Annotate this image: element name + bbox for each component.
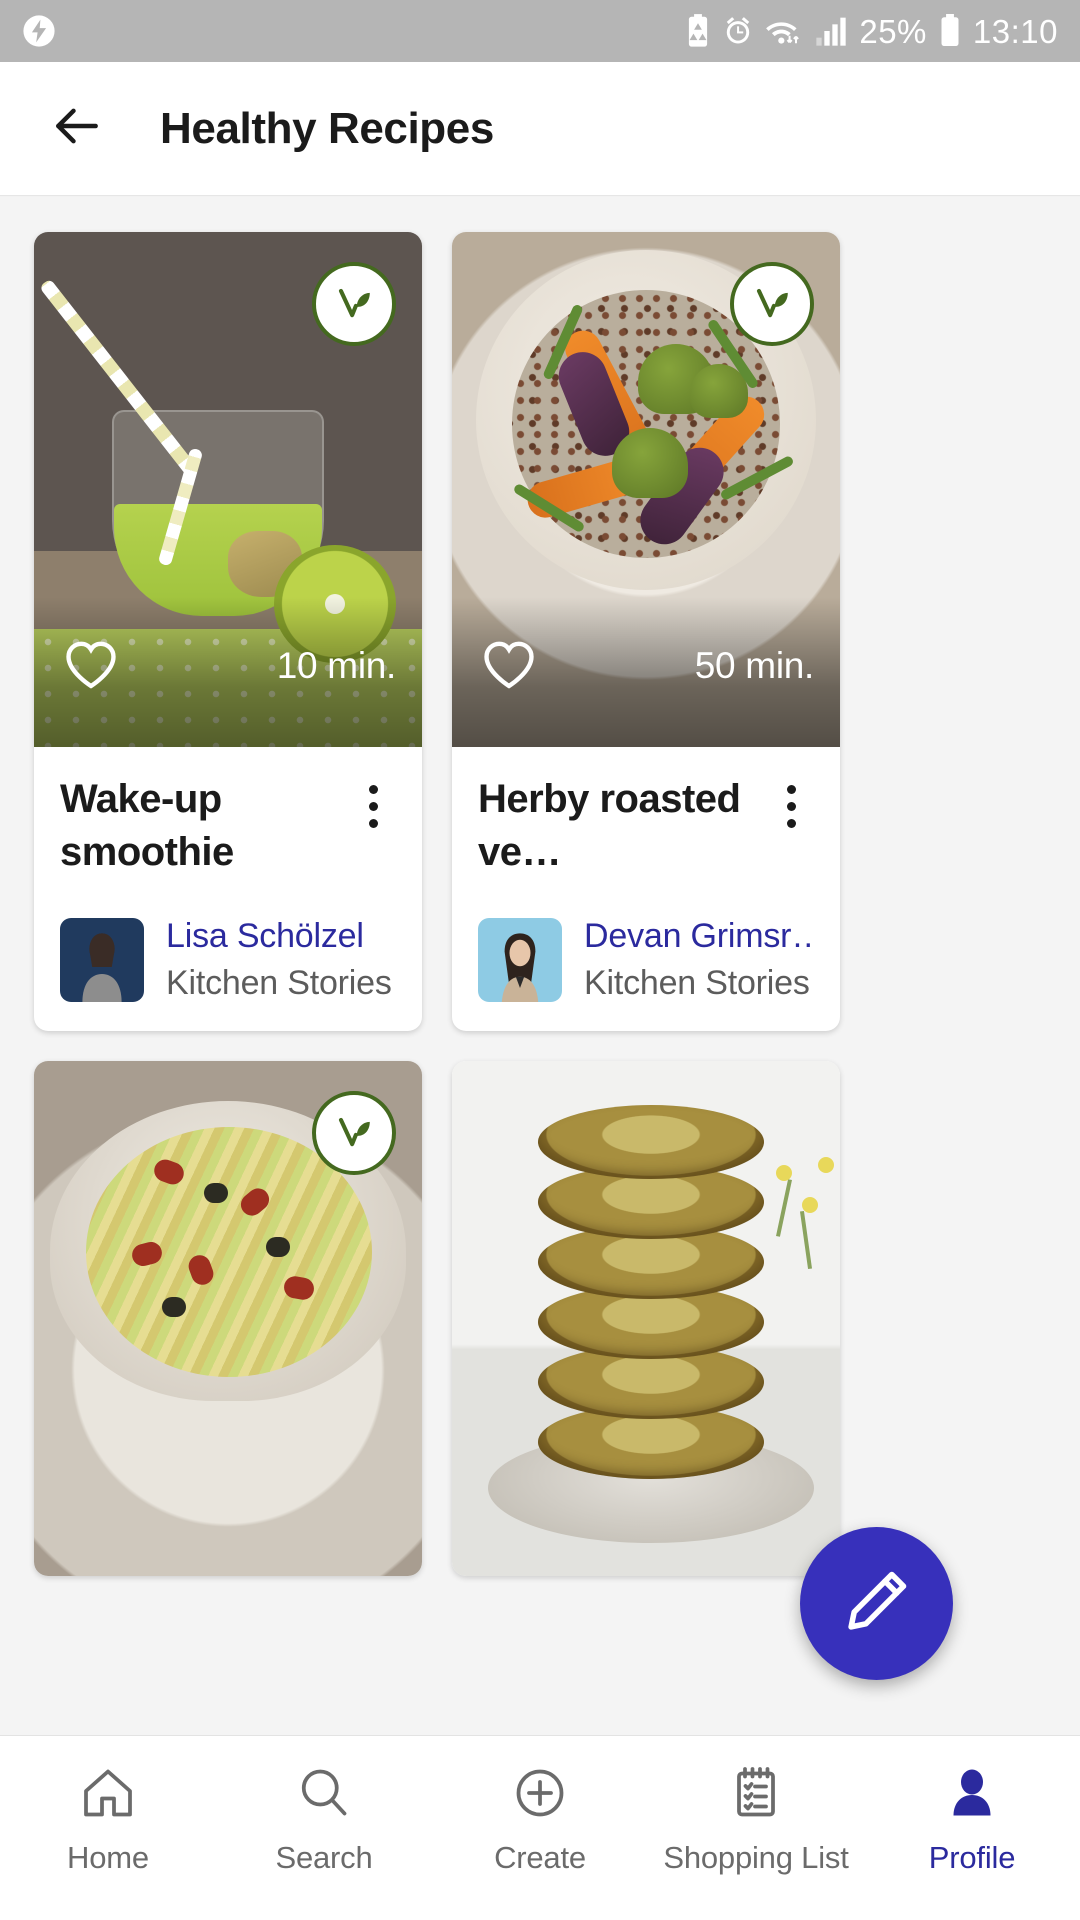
recipe-grid: 10 min. Wake-up smoothie Lisa Schölzel K…	[34, 232, 1046, 1576]
back-button[interactable]	[46, 98, 108, 160]
heart-outline-icon[interactable]	[60, 633, 122, 700]
recipe-image[interactable]	[452, 1060, 840, 1576]
heart-outline-icon[interactable]	[478, 633, 540, 700]
clipboard-list-icon	[726, 1762, 786, 1824]
nav-item-shopping-list[interactable]: Shopping List	[648, 1762, 864, 1876]
recipe-card-body: Herby roasted ve… Devan Grimsr… Kitchen …	[452, 747, 840, 1031]
signal-icon	[814, 15, 848, 47]
avatar	[60, 917, 144, 1002]
status-bar: 25% 13:10	[0, 0, 1080, 62]
nav-item-search[interactable]: Search	[216, 1762, 432, 1876]
author-name[interactable]: Lisa Schölzel	[166, 917, 392, 956]
vegetarian-leaf-icon	[312, 262, 396, 346]
recipe-image[interactable]: 50 min.	[452, 232, 840, 747]
recipe-title: Wake-up smoothie	[60, 777, 234, 874]
battery-icon	[938, 14, 962, 48]
arrow-left-icon	[49, 98, 105, 159]
vegetarian-leaf-icon	[730, 262, 814, 346]
person-icon	[942, 1762, 1002, 1824]
author-brand: Kitchen Stories	[584, 963, 810, 1002]
vegetarian-leaf-icon	[312, 1090, 396, 1175]
recipe-card[interactable]: 10 min. Wake-up smoothie Lisa Schölzel K…	[34, 232, 422, 1031]
clock-label: 13:10	[972, 12, 1058, 50]
recipe-card[interactable]	[452, 1060, 840, 1576]
recipe-grid-scroll[interactable]: 10 min. Wake-up smoothie Lisa Schölzel K…	[0, 197, 1080, 1735]
app-bar: Healthy Recipes	[0, 62, 1080, 196]
recipe-title-row: Herby roasted ve…	[478, 773, 814, 879]
nav-label-create: Create	[494, 1840, 586, 1875]
alarm-icon	[722, 15, 754, 47]
more-vertical-icon[interactable]	[768, 773, 814, 828]
recipe-card[interactable]: 50 min. Herby roasted ve… Devan Grimsr…	[452, 232, 840, 1031]
nav-item-home[interactable]: Home	[0, 1762, 216, 1876]
more-vertical-icon[interactable]	[350, 773, 396, 828]
author-name[interactable]: Devan Grimsr…	[584, 917, 814, 956]
recipe-card[interactable]	[34, 1060, 422, 1576]
cook-time-label: 10 min.	[276, 645, 397, 686]
app-screen: 25% 13:10 Healthy Recipes 10 min. Wake-u…	[0, 0, 1080, 1920]
battery-percent-label: 25%	[859, 12, 927, 50]
status-bar-left	[22, 14, 56, 48]
status-bar-right: 25% 13:10	[685, 14, 1058, 48]
cook-time-label: 50 min.	[694, 645, 815, 686]
nav-item-create[interactable]: Create	[432, 1762, 648, 1876]
recipe-author[interactable]: Lisa Schölzel Kitchen Stories	[60, 917, 396, 1003]
recipe-title-row: Wake-up smoothie	[60, 773, 396, 879]
nav-label-home: Home	[67, 1840, 149, 1875]
search-icon	[294, 1762, 354, 1824]
home-icon	[78, 1762, 138, 1824]
wifi-icon	[765, 15, 803, 47]
nav-label-shopping-list: Shopping List	[663, 1840, 849, 1875]
recipe-image-overlay: 10 min.	[34, 597, 422, 747]
recipe-card-body: Wake-up smoothie Lisa Schölzel Kitchen S…	[34, 747, 422, 1031]
nav-label-profile: Profile	[928, 1840, 1016, 1875]
plus-circle-icon	[510, 1762, 570, 1824]
recipe-author-text: Lisa Schölzel Kitchen Stories	[166, 917, 392, 1003]
app-notification-icon	[22, 14, 56, 48]
recipe-photo-zucchini-fritters	[452, 1060, 840, 1576]
recipe-image-overlay: 50 min.	[452, 597, 840, 747]
pencil-edit-icon	[840, 1564, 914, 1643]
nav-item-profile[interactable]: Profile	[864, 1762, 1080, 1876]
recipe-author[interactable]: Devan Grimsr… Kitchen Stories	[478, 917, 814, 1003]
recipe-image[interactable]: 10 min.	[34, 232, 422, 747]
nav-label-search: Search	[275, 1840, 373, 1875]
bottom-navigation: Home Search Create Shopping List Profile	[0, 1735, 1080, 1920]
recipe-image[interactable]	[34, 1060, 422, 1576]
recipe-title: Herby roasted ve…	[478, 777, 741, 874]
author-brand: Kitchen Stories	[166, 963, 392, 1002]
recipe-author-text: Devan Grimsr… Kitchen Stories	[584, 917, 814, 1003]
create-recipe-fab[interactable]	[800, 1527, 953, 1680]
avatar	[478, 917, 562, 1002]
battery-saver-icon	[685, 14, 711, 48]
page-title: Healthy Recipes	[160, 103, 494, 153]
